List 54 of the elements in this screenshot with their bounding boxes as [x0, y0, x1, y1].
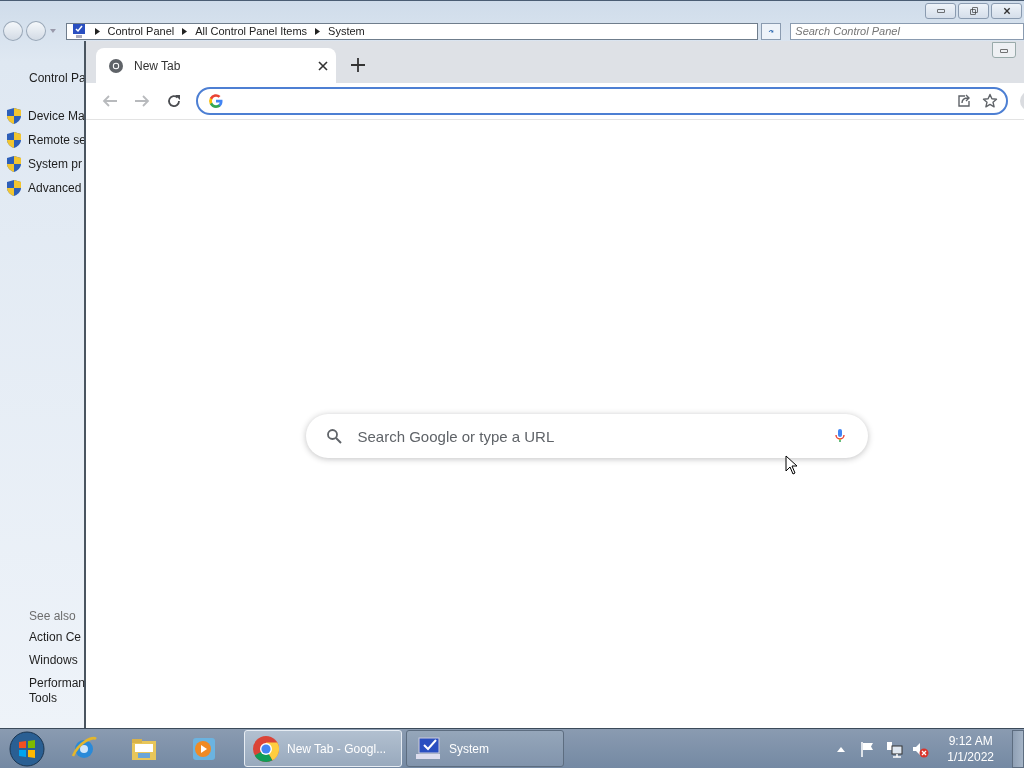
computer-icon	[70, 22, 87, 40]
network-icon[interactable]	[885, 739, 904, 758]
minimize-icon	[936, 7, 945, 15]
search-icon	[325, 428, 342, 444]
chevron-icon	[182, 27, 188, 35]
start-button[interactable]	[8, 729, 46, 768]
address-bar[interactable]	[196, 87, 1008, 115]
sidebar-link[interactable]: Action Ce	[29, 630, 84, 645]
refresh-icon	[767, 27, 776, 36]
restore-icon	[969, 7, 978, 15]
dropdown-arrow-icon[interactable]	[48, 27, 57, 35]
breadcrumb-item[interactable]: All Control Panel Items	[195, 25, 308, 37]
address-bar[interactable]: Control Panel All Control Panel Items System	[65, 22, 759, 40]
minimize-button[interactable]	[992, 42, 1016, 58]
breadcrumb-item[interactable]: Control Panel	[107, 25, 175, 37]
breadcrumb-item[interactable]: System	[328, 25, 365, 37]
shield-icon	[6, 179, 22, 197]
search-box[interactable]: Search Google or type a URL	[305, 414, 868, 458]
close-icon[interactable]	[318, 60, 328, 71]
refresh-button[interactable]	[761, 22, 782, 40]
star-icon[interactable]	[982, 93, 998, 109]
close-icon	[1002, 7, 1011, 15]
sidebar-link[interactable]: Device Ma	[28, 109, 85, 123]
mouse-cursor-icon	[785, 455, 798, 475]
minimize-icon	[1000, 47, 1008, 55]
chrome-logo-icon	[108, 57, 124, 74]
search-field[interactable]: Search Google or type a URL	[355, 426, 818, 446]
back-icon	[102, 93, 118, 109]
sidebar-link[interactable]: Advanced	[28, 181, 82, 195]
share-icon[interactable]	[956, 93, 972, 109]
chevron-icon	[94, 27, 100, 35]
shield-icon	[6, 155, 22, 173]
shield-icon	[6, 131, 22, 149]
restore-button[interactable]	[958, 3, 989, 19]
sidebar-link[interactable]: System pr	[28, 157, 82, 171]
caret-up-icon[interactable]	[837, 745, 846, 752]
chrome-logo-icon	[251, 733, 281, 764]
section-heading: See also	[28, 609, 77, 623]
plus-icon[interactable]	[351, 58, 365, 72]
minimize-button[interactable]	[925, 3, 956, 19]
sidebar-link[interactable]: Performan Tools	[29, 676, 84, 706]
reload-icon	[166, 93, 182, 109]
search-field[interactable]: Search Control Panel	[790, 22, 1024, 40]
show-desktop-button[interactable]	[1012, 729, 1024, 768]
forward-icon	[134, 93, 150, 109]
sidebar-link[interactable]: Windows	[29, 653, 84, 668]
google-logo-icon	[208, 93, 224, 109]
chevron-icon	[315, 27, 321, 35]
back-button[interactable]	[3, 21, 23, 41]
shield-icon	[6, 107, 22, 125]
close-button[interactable]	[991, 3, 1022, 19]
forward-button[interactable]	[25, 21, 46, 41]
browser-tab[interactable]: New Tab	[96, 48, 336, 83]
tab-title: New Tab	[134, 58, 182, 73]
